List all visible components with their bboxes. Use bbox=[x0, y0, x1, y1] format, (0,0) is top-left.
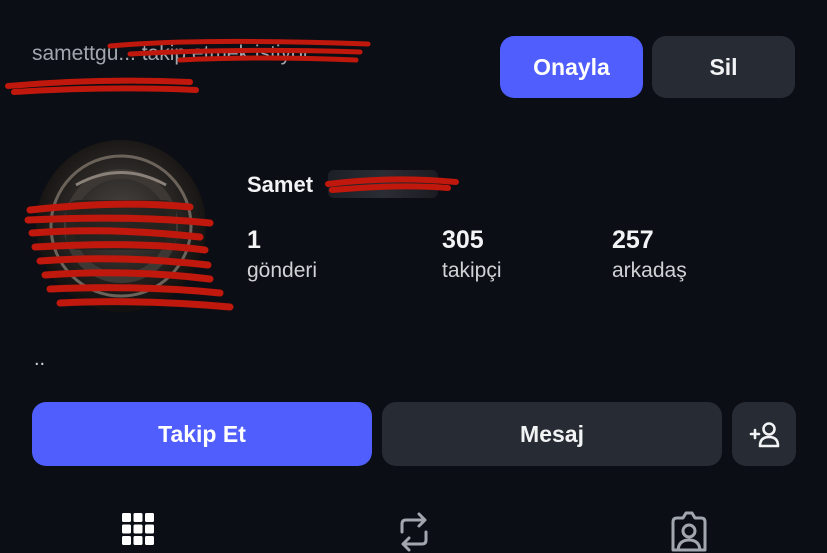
grid-icon bbox=[122, 513, 154, 545]
repost-icon bbox=[400, 512, 428, 552]
tagged-person-icon bbox=[671, 511, 707, 552]
confirm-button[interactable]: Onayla bbox=[500, 36, 643, 98]
delete-button[interactable]: Sil bbox=[652, 36, 795, 98]
stat-posts[interactable]: 1 gönderi bbox=[247, 226, 317, 288]
stat-value: 257 bbox=[612, 226, 654, 254]
add-friend-button[interactable] bbox=[732, 402, 796, 466]
stat-value: 305 bbox=[442, 226, 484, 254]
tab-reposts[interactable] bbox=[390, 510, 438, 553]
follow-button[interactable]: Takip Et bbox=[32, 402, 372, 466]
person-plus-icon bbox=[749, 422, 780, 448]
stat-value: 1 bbox=[247, 226, 261, 254]
stat-label: takipçi bbox=[442, 259, 502, 282]
tab-posts[interactable] bbox=[114, 510, 162, 553]
stat-label: gönderi bbox=[247, 259, 318, 282]
stat-label: arkadaş bbox=[612, 259, 687, 282]
avatar-image bbox=[49, 154, 193, 298]
profile-bio: .. bbox=[34, 348, 46, 370]
message-button[interactable]: Mesaj bbox=[382, 402, 722, 466]
name-redaction bbox=[328, 170, 438, 198]
profile-name: Samet bbox=[247, 172, 314, 197]
avatar[interactable] bbox=[36, 140, 206, 312]
stat-friends[interactable]: 257 arkadaş bbox=[612, 226, 687, 288]
follow-request-text: samettgu... takip etmek istiyor bbox=[32, 42, 310, 65]
stat-followers[interactable]: 305 takipçi bbox=[442, 226, 502, 288]
tab-tagged[interactable] bbox=[665, 510, 713, 553]
